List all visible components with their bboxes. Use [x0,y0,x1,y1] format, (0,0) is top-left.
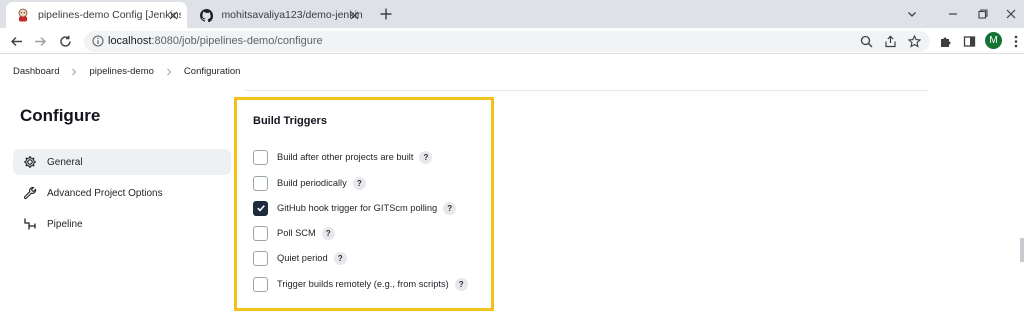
trigger-github-hook[interactable]: GitHub hook trigger for GITScm polling ? [253,199,457,217]
tab-search-chevron-icon[interactable] [904,6,920,22]
checkbox-builds-remotely[interactable] [253,276,268,292]
restore-icon[interactable] [975,6,991,22]
section-divider [245,90,928,91]
tab-jenkins-config[interactable]: pipelines-demo Config [Jenkins] [6,2,187,28]
jenkins-icon [16,8,30,22]
url-text: localhost:8080/job/pipelines-demo/config… [108,35,323,47]
page-title: Configure [20,106,101,125]
trigger-build-periodically[interactable]: Build periodically ? [253,174,366,192]
reload-icon[interactable] [57,33,73,49]
close-window-icon[interactable] [1003,6,1019,22]
pipeline-icon [23,217,37,231]
url-host: localhost [108,35,152,47]
address-bar[interactable]: localhost:8080/job/pipelines-demo/config… [84,31,930,52]
close-tab-icon[interactable] [167,9,179,21]
back-icon[interactable] [8,33,24,49]
github-icon [200,8,214,22]
new-tab-button[interactable] [378,6,394,22]
url-path: :8080/job/pipelines-demo/configure [151,35,323,47]
chevron-right-icon [69,67,79,77]
side-panel-icon[interactable] [961,33,977,49]
sidebar-item-label: General [47,156,83,168]
checkmark-icon [256,205,265,212]
help-icon[interactable]: ? [443,201,457,215]
help-icon[interactable]: ? [419,150,433,164]
option-label: Trigger builds remotely (e.g., from scri… [277,279,449,289]
sidebar-item-pipeline[interactable]: Pipeline [13,211,231,237]
wrench-icon [23,186,37,200]
extensions-icon[interactable] [937,33,953,49]
help-icon[interactable]: ? [321,226,335,240]
help-icon[interactable]: ? [454,277,468,291]
gear-icon [23,155,37,169]
trigger-build-after-other-projects[interactable]: Build after other projects are built ? [253,148,433,166]
checkbox-github-hook[interactable] [253,200,268,216]
option-label: GitHub hook trigger for GITScm polling [277,203,438,213]
profile-avatar[interactable]: M [985,32,1002,49]
site-info-icon[interactable] [90,33,106,49]
checkbox-quiet-period[interactable] [253,250,268,266]
sidebar-item-label: Advanced Project Options [47,187,163,199]
section-title-build-triggers: Build Triggers [253,115,327,127]
checkbox-poll-scm[interactable] [253,225,268,241]
browser-menu-icon[interactable] [1008,33,1024,49]
sidebar-item-general[interactable]: General [13,149,231,175]
share-icon[interactable] [882,33,898,49]
forward-icon[interactable] [32,33,48,49]
trigger-poll-scm[interactable]: Poll SCM ? [253,224,335,242]
bookmark-star-icon[interactable] [906,33,922,49]
chevron-right-icon [164,67,174,77]
tab-github[interactable]: mohitsavaliya123/demo-jenkins [190,2,368,28]
sidebar-item-advanced-project-options[interactable]: Advanced Project Options [13,180,231,206]
browser-toolbar: localhost:8080/job/pipelines-demo/config… [0,28,1024,54]
help-icon[interactable]: ? [352,176,366,190]
close-tab-icon[interactable] [348,9,360,21]
checkbox-build-after-other-projects[interactable] [253,149,268,165]
sidebar-item-label: Pipeline [47,218,83,230]
browser-tabstrip: pipelines-demo Config [Jenkins] mohitsav… [0,0,1024,28]
option-label: Build after other projects are built [277,152,414,162]
trigger-builds-remotely[interactable]: Trigger builds remotely (e.g., from scri… [253,275,468,293]
checkbox-build-periodically[interactable] [253,175,268,191]
help-icon[interactable]: ? [333,251,347,265]
option-label: Poll SCM [277,228,316,238]
breadcrumb-dashboard[interactable]: Dashboard [13,66,59,77]
tab-title: mohitsavaliya123/demo-jenkins [221,9,362,21]
option-label: Build periodically [277,178,347,188]
minimize-icon[interactable] [945,6,961,22]
scrollbar-thumb[interactable] [1020,238,1024,262]
breadcrumb: Dashboard pipelines-demo Configuration [0,55,1024,88]
breadcrumb-configuration[interactable]: Configuration [184,66,241,77]
zoom-icon[interactable] [858,33,874,49]
option-label: Quiet period [277,253,328,263]
breadcrumb-job[interactable]: pipelines-demo [89,66,153,77]
trigger-quiet-period[interactable]: Quiet period ? [253,249,347,267]
tab-title: pipelines-demo Config [Jenkins] [38,9,181,21]
